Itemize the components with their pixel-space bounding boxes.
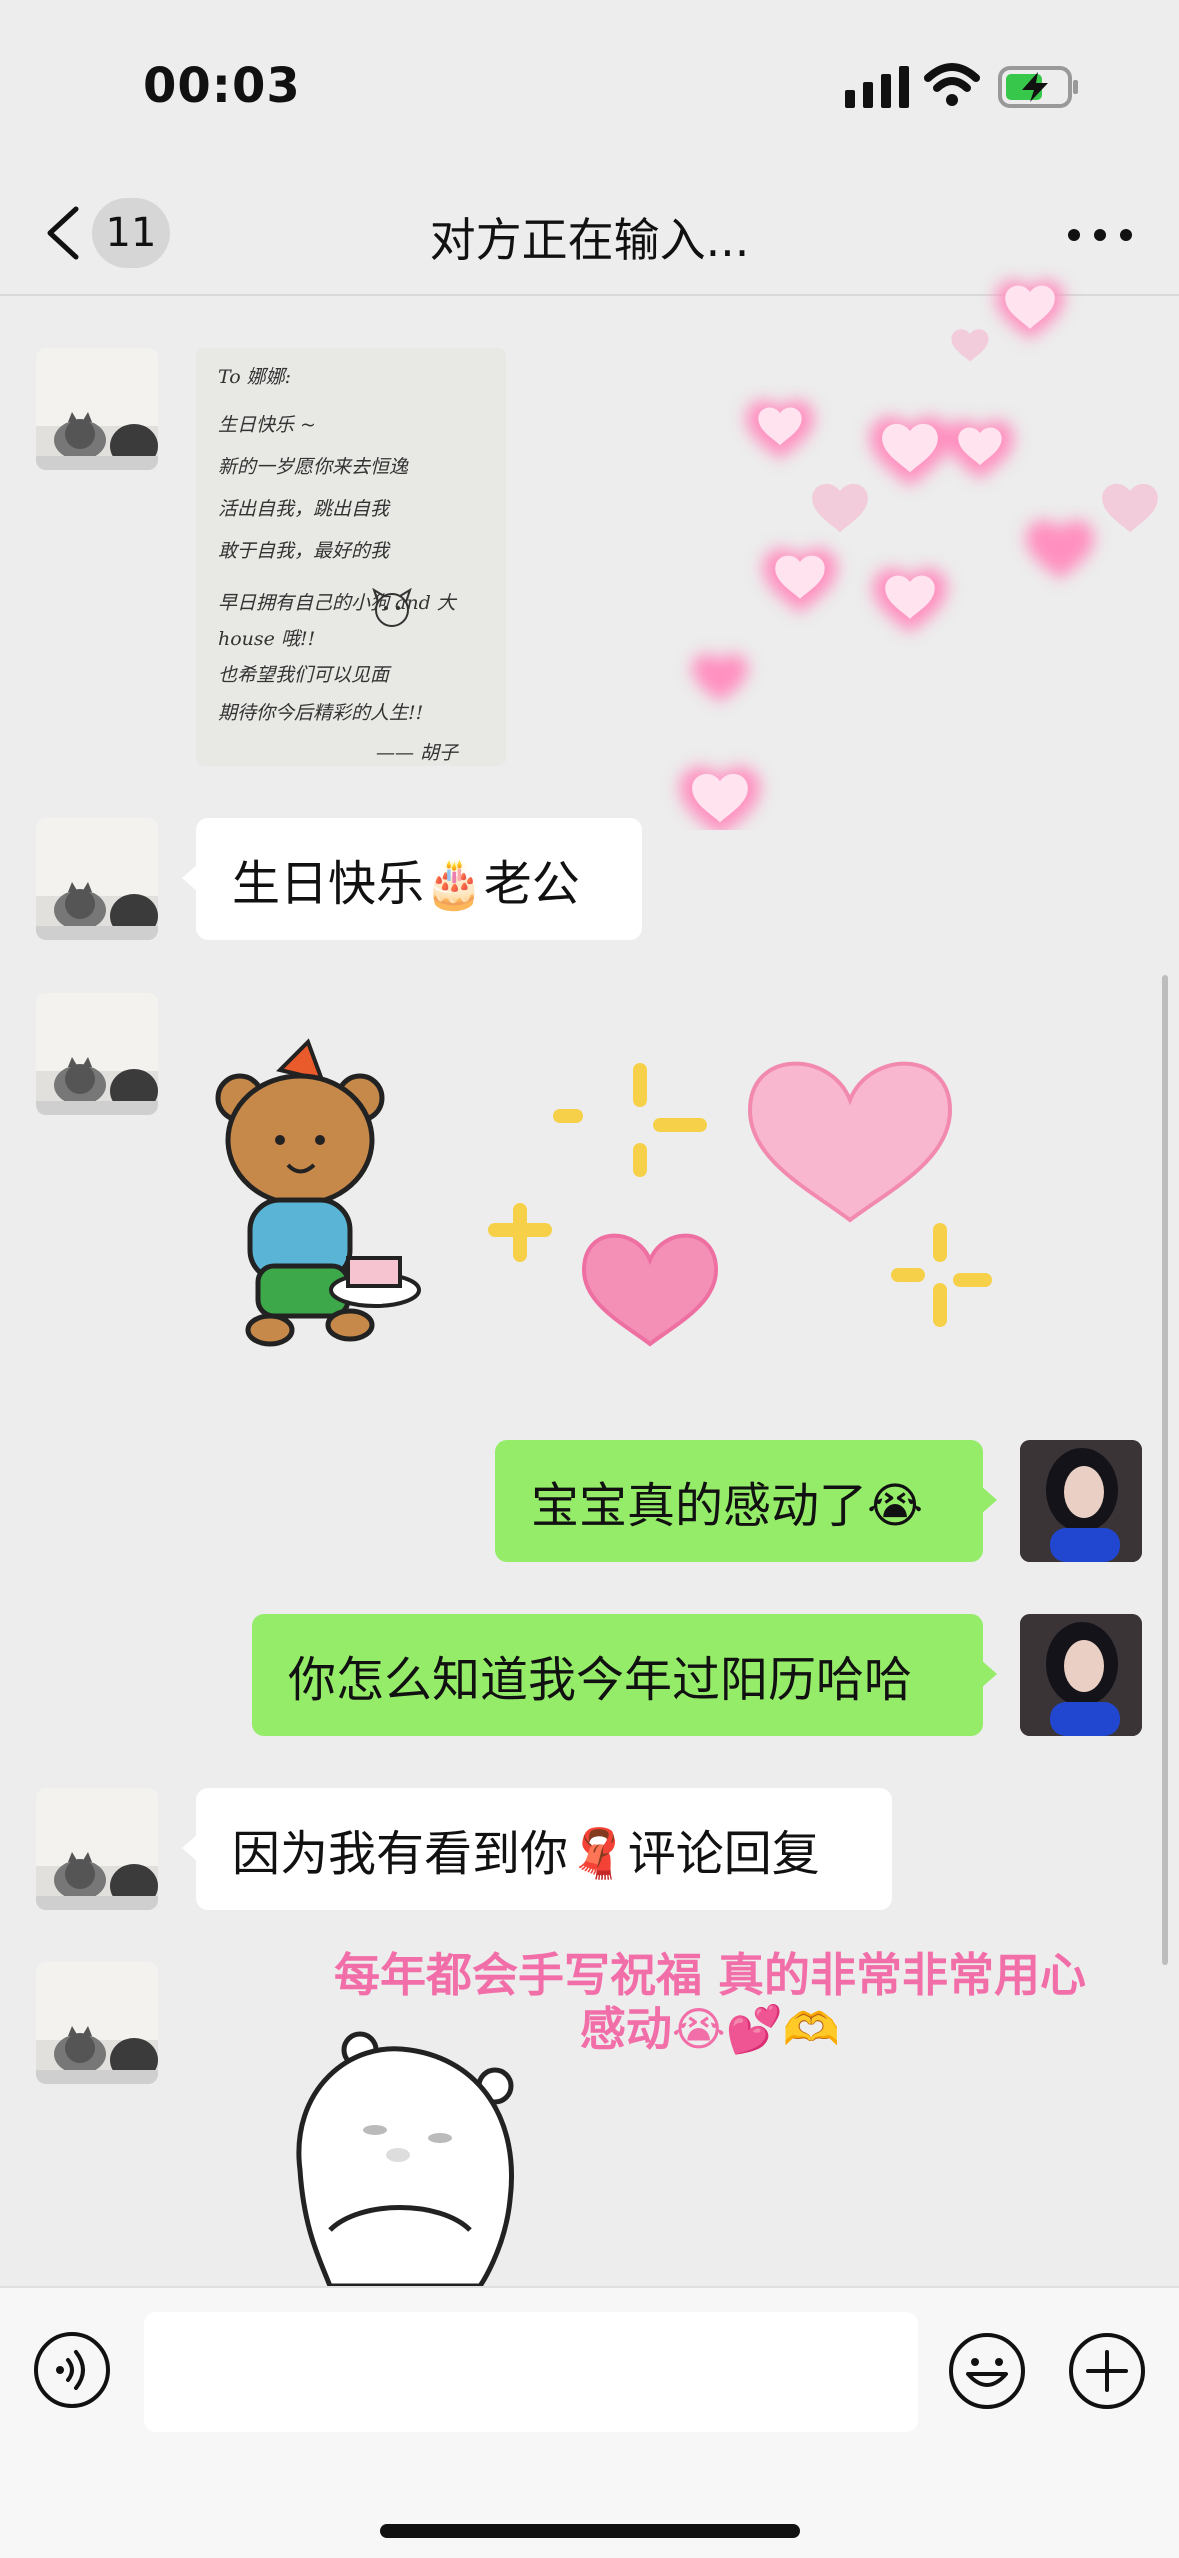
- birthday-bear-sticker[interactable]: [210, 1030, 1010, 1390]
- woman-avatar-image: [1020, 1614, 1142, 1736]
- chat-scrollbar[interactable]: [1162, 975, 1168, 1965]
- bubble-tail: [182, 864, 198, 892]
- message-text: 因为我有看到你🧣评论回复: [232, 1826, 820, 1882]
- letter-line: house 哦!!: [218, 628, 316, 650]
- cat-avatar-image: [36, 1788, 158, 1910]
- letter-line: To 娜娜:: [218, 366, 292, 388]
- overlay-caption: 每年都会手写祝福 真的非常非常用心 感动😭💕🫶: [290, 1948, 1130, 2056]
- message-bubble-sent[interactable]: 你怎么知道我今年过阳历哈哈: [252, 1614, 997, 1736]
- contact-avatar[interactable]: [36, 818, 158, 940]
- bubble-tail: [981, 1486, 997, 1514]
- overlay-caption-line: 每年都会手写祝福 真的非常非常用心: [333, 1948, 1086, 2002]
- message-text: 宝宝真的感动了😭: [531, 1478, 924, 1534]
- message-input[interactable]: [144, 2312, 918, 2432]
- contact-avatar[interactable]: [36, 1962, 158, 2084]
- status-time: 00:03: [143, 58, 301, 114]
- message-bubble-received[interactable]: 因为我有看到你🧣评论回复: [182, 1788, 892, 1910]
- letter-line: 活出自我，跳出自我: [218, 498, 390, 520]
- message-bubble-received[interactable]: 生日快乐🎂老公: [182, 818, 642, 940]
- letter-line: 生日快乐 ~: [218, 414, 316, 436]
- cat-avatar-image: [36, 348, 158, 470]
- contact-avatar[interactable]: [36, 348, 158, 470]
- white-bear-sticker[interactable]: [290, 2030, 530, 2286]
- plus-icon[interactable]: [1066, 2330, 1148, 2412]
- letter-signature: —— 胡子: [376, 742, 459, 764]
- overlay-caption-line: 感动😭💕🫶: [579, 2002, 841, 2056]
- cellular-signal-icon: [845, 66, 909, 108]
- handwritten-card-image[interactable]: To 娜娜: 生日快乐 ~ 新的一岁愿你来去恒逸 活出自我，跳出自我 敢于自我，…: [196, 348, 506, 766]
- dog-doodle-icon: [372, 587, 412, 627]
- home-indicator[interactable]: [380, 2524, 800, 2538]
- message-input-bar: [0, 2286, 1179, 2558]
- user-avatar[interactable]: [1020, 1614, 1142, 1736]
- contact-avatar[interactable]: [36, 993, 158, 1115]
- voice-input-icon[interactable]: [32, 2330, 112, 2410]
- wifi-icon: [924, 63, 980, 106]
- bubble-tail: [182, 1834, 198, 1862]
- emoji-icon[interactable]: [946, 2330, 1028, 2412]
- battery-charging-icon: [998, 66, 1078, 108]
- bubble-tail: [981, 1660, 997, 1688]
- letter-line: 期待你今后精彩的人生!!: [218, 702, 424, 724]
- user-avatar[interactable]: [1020, 1440, 1142, 1562]
- contact-avatar[interactable]: [36, 1788, 158, 1910]
- floating-hearts-decoration: [679, 280, 1158, 830]
- cat-avatar-image: [36, 1962, 158, 2084]
- cat-avatar-image: [36, 818, 158, 940]
- letter-line: 新的一岁愿你来去恒逸: [218, 456, 409, 478]
- message-text: 你怎么知道我今年过阳历哈哈: [288, 1652, 913, 1708]
- woman-avatar-image: [1020, 1440, 1142, 1562]
- status-bar: 00:03: [0, 0, 1179, 170]
- letter-line: 也希望我们可以见面: [218, 664, 390, 686]
- cat-avatar-image: [36, 993, 158, 1115]
- message-text: 生日快乐🎂老公: [232, 856, 580, 912]
- letter-line: 敢于自我，最好的我: [218, 540, 390, 562]
- message-bubble-sent[interactable]: 宝宝真的感动了😭: [495, 1440, 997, 1562]
